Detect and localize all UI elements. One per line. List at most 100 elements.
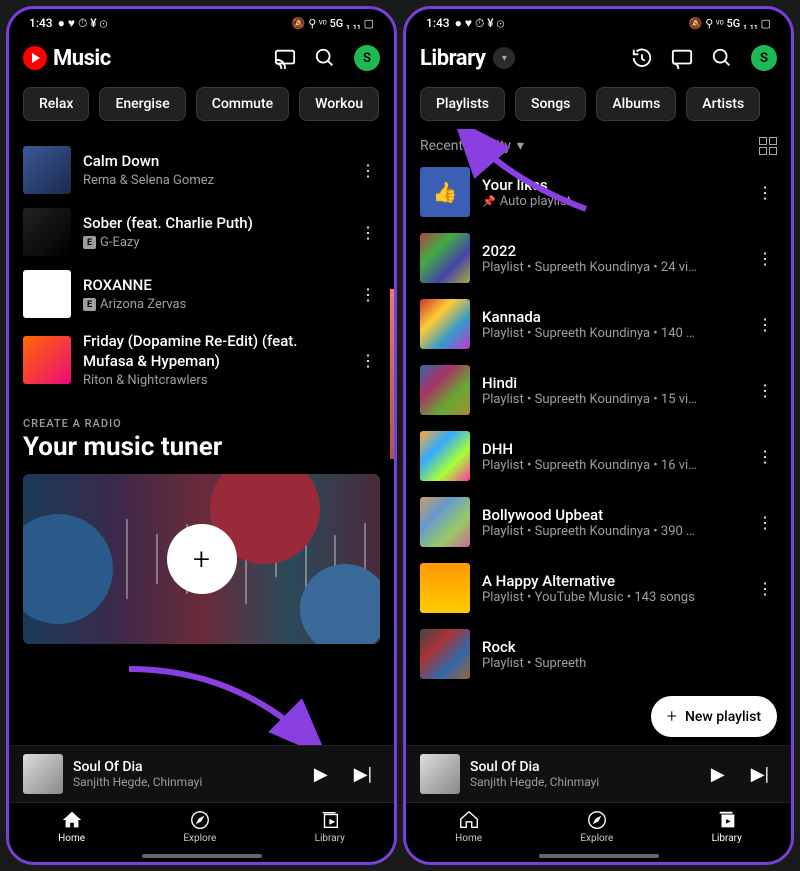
next-icon[interactable]: ▶| [346,764,380,785]
song-title: Sober (feat. Charlie Puth) [83,214,344,234]
mini-player-thumbnail [420,754,460,794]
play-icon[interactable]: ▶ [306,764,336,785]
bottom-nav: Home Explore Library [406,802,791,854]
next-icon[interactable]: ▶| [743,764,777,785]
chip-energise[interactable]: Energise [99,87,185,121]
more-icon[interactable]: ⋮ [753,381,777,400]
playlist-thumbnail [420,233,470,283]
search-icon[interactable] [314,47,336,69]
nav-library[interactable]: Library [712,809,742,844]
playlist-title: 2022 [482,242,741,260]
new-playlist-label: New playlist [685,709,761,725]
playlist-thumbnail [420,497,470,547]
song-thumbnail [23,270,71,318]
playlist-thumbnail [420,431,470,481]
playlist-row[interactable]: Bollywood UpbeatPlaylist • Supreeth Koun… [420,489,777,555]
playlist-row[interactable]: 👍 Your likes 📌 Auto playlist ⋮ [420,159,777,225]
playlist-meta: Playlist • Supreeth Koundinya • 15 vi… [482,392,741,407]
account-avatar[interactable]: S [751,45,777,71]
chevron-down-icon[interactable]: ▾ [493,47,515,69]
playlist-meta: Playlist • YouTube Music • 143 songs [482,590,741,605]
chip-commute[interactable]: Commute [196,87,289,121]
peek-next-card [390,289,394,459]
status-left-icons: ● ♥ ⏱ ¥ ⊙ [58,16,108,31]
more-icon[interactable]: ⋮ [753,579,777,598]
more-icon[interactable]: ⋮ [356,223,380,242]
playlist-title: Your likes [482,176,741,194]
account-avatar[interactable]: S [354,45,380,71]
chip-workout[interactable]: Workou [299,87,379,121]
search-icon[interactable] [711,47,733,69]
song-row[interactable]: Sober (feat. Charlie Puth) EG-Eazy ⋮ [23,201,380,263]
nav-explore[interactable]: Explore [580,809,613,844]
nav-explore[interactable]: Explore [183,809,216,844]
grid-view-icon[interactable] [759,137,777,155]
compass-icon [586,809,608,831]
library-icon [716,809,738,831]
play-icon[interactable]: ▶ [703,764,733,785]
mini-player-thumbnail [23,754,63,794]
playlist-thumbnail [420,563,470,613]
playlist-thumbnail [420,629,470,679]
more-icon[interactable]: ⋮ [356,161,380,180]
music-tuner-card[interactable]: + [23,474,380,644]
chip-albums[interactable]: Albums [596,87,676,121]
more-icon[interactable]: ⋮ [356,351,380,370]
playlist-meta: Playlist • Supreeth Koundinya • 16 vi… [482,458,741,473]
chip-artists[interactable]: Artists [686,87,760,121]
history-icon[interactable] [631,47,653,69]
nav-library[interactable]: Library [315,809,345,844]
mini-player-artist: Sanjith Hegde, Chinmayi [470,775,693,789]
gesture-bar [539,854,659,858]
section-eyebrow: CREATE A RADIO [23,417,380,430]
chip-playlists[interactable]: Playlists [420,87,505,121]
pin-icon: 📌 [482,195,496,208]
cast-icon[interactable] [671,47,693,69]
more-icon[interactable]: ⋮ [753,249,777,268]
playlist-row[interactable]: DHHPlaylist • Supreeth Koundinya • 16 vi… [420,423,777,489]
mini-player-title: Soul Of Dia [470,759,693,775]
song-artist: Arizona Zervas [100,297,186,312]
song-row[interactable]: Friday (Dopamine Re-Edit) (feat. Mufasa … [23,325,380,395]
gesture-bar [142,854,262,858]
playlist-row[interactable]: A Happy AlternativePlaylist • YouTube Mu… [420,555,777,621]
mini-player[interactable]: Soul Of Dia Sanjith Hegde, Chinmayi ▶ ▶| [9,745,394,802]
cast-icon[interactable] [274,47,296,69]
song-title: Calm Down [83,152,344,172]
chip-songs[interactable]: Songs [515,87,586,121]
more-icon[interactable]: ⋮ [753,447,777,466]
library-icon [319,809,341,831]
home-icon [458,809,480,831]
mini-player[interactable]: Soul Of Dia Sanjith Hegde, Chinmayi ▶ ▶| [406,745,791,802]
song-title: ROXANNE [83,276,344,296]
song-thumbnail [23,336,71,384]
sort-dropdown[interactable]: Recent activity ▾ [420,138,524,154]
playlist-thumbnail [420,365,470,415]
library-header: Library ▾ S [406,37,791,79]
status-time: 1:43 [426,16,450,30]
nav-home[interactable]: Home [58,809,85,844]
playlist-title: Bollywood Upbeat [482,506,741,524]
playlist-row[interactable]: RockPlaylist • Supreeth [420,621,777,687]
new-playlist-button[interactable]: + New playlist [651,696,777,737]
playlist-meta: Playlist • Supreeth Koundinya • 390 … [482,524,741,539]
more-icon[interactable]: ⋮ [356,285,380,304]
playlist-row[interactable]: 2022Playlist • Supreeth Koundinya • 24 v… [420,225,777,291]
library-chip-row: Playlists Songs Albums Artists [406,79,791,129]
chevron-down-icon: ▾ [517,138,524,154]
more-icon[interactable]: ⋮ [753,183,777,202]
more-icon[interactable]: ⋮ [753,513,777,532]
explicit-badge-icon: E [83,298,96,311]
nav-home[interactable]: Home [455,809,482,844]
song-row[interactable]: ROXANNE E Arizona Zervas ⋮ [23,263,380,325]
chip-relax[interactable]: Relax [23,87,89,121]
thumbs-up-icon: 👍 [420,167,470,217]
playlist-meta: Auto playlist [500,194,571,209]
playlist-row[interactable]: HindiPlaylist • Supreeth Koundinya • 15 … [420,357,777,423]
plus-icon[interactable]: + [167,524,237,594]
playlist-row[interactable]: KannadaPlaylist • Supreeth Koundinya • 1… [420,291,777,357]
song-list: Calm Down Rema & Selena Gomez ⋮ Sober (f… [23,129,380,395]
mini-player-title: Soul Of Dia [73,759,296,775]
song-row[interactable]: Calm Down Rema & Selena Gomez ⋮ [23,139,380,201]
more-icon[interactable]: ⋮ [753,315,777,334]
